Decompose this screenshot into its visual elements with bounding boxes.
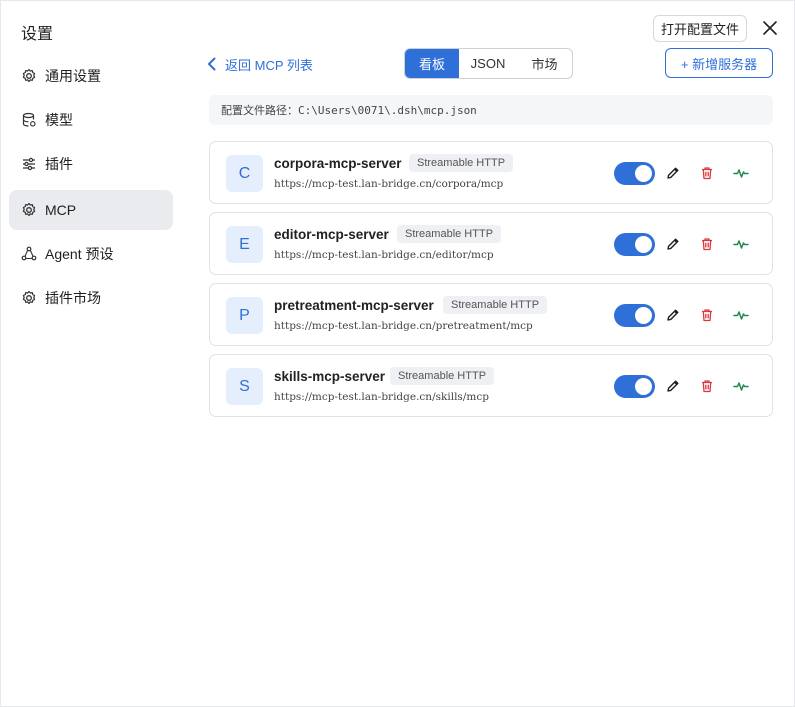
- pulse-icon: [733, 382, 749, 391]
- sidebar-item-agent-presets[interactable]: Agent 预设: [9, 234, 173, 274]
- tab-board[interactable]: 看板: [405, 49, 459, 78]
- view-tabs: 看板 JSON 市场: [404, 48, 573, 79]
- tab-json[interactable]: JSON: [459, 49, 517, 78]
- server-name: corpora-mcp-server: [274, 156, 402, 171]
- settings-window: 设置 打开配置文件 通用设置 模型 插件 MCP Agent 预设 插件市场 返…: [0, 0, 795, 707]
- server-card: P pretreatment-mcp-server Streamable HTT…: [209, 283, 773, 346]
- trash-icon: [702, 238, 712, 251]
- toggle-knob: [635, 307, 652, 324]
- sliders-icon: [21, 156, 37, 172]
- server-name: pretreatment-mcp-server: [274, 298, 434, 313]
- sidebar-item-mcp[interactable]: MCP: [9, 190, 173, 230]
- delete-button[interactable]: [698, 377, 716, 395]
- toggle-knob: [635, 165, 652, 182]
- sidebar-item-label: Agent 预设: [45, 246, 114, 262]
- config-path-label: 配置文件路径：: [221, 104, 298, 117]
- back-to-mcp-list-link[interactable]: 返回 MCP 列表: [206, 55, 313, 73]
- sidebar-item-label: 通用设置: [45, 68, 101, 84]
- toggle-knob: [635, 236, 652, 253]
- gear-icon: [21, 68, 37, 84]
- pencil-icon: [667, 167, 679, 179]
- pencil-icon: [667, 309, 679, 321]
- trash-icon: [702, 309, 712, 322]
- trash-icon: [702, 167, 712, 180]
- sidebar-item-general[interactable]: 通用设置: [9, 56, 173, 96]
- close-icon: [763, 21, 777, 35]
- back-link-label: 返回 MCP 列表: [225, 57, 313, 73]
- server-name: editor-mcp-server: [274, 227, 389, 242]
- toggle-knob: [635, 378, 652, 395]
- edit-button[interactable]: [664, 306, 682, 324]
- delete-button[interactable]: [698, 164, 716, 182]
- server-name: skills-mcp-server: [274, 369, 386, 384]
- transport-badge: Streamable HTTP: [397, 225, 502, 243]
- add-server-button[interactable]: + 新增服务器: [665, 48, 773, 78]
- sidebar-item-plugins[interactable]: 插件: [9, 144, 173, 184]
- enable-toggle[interactable]: [614, 304, 655, 327]
- sidebar-item-label: MCP: [45, 202, 77, 218]
- pencil-icon: [667, 238, 679, 250]
- enable-toggle[interactable]: [614, 233, 655, 256]
- transport-badge: Streamable HTTP: [443, 296, 548, 314]
- database-icon: [21, 112, 37, 128]
- delete-button[interactable]: [698, 306, 716, 324]
- server-avatar: E: [226, 226, 263, 263]
- health-check-button[interactable]: [732, 235, 750, 253]
- delete-button[interactable]: [698, 235, 716, 253]
- edit-button[interactable]: [664, 164, 682, 182]
- pulse-icon: [733, 169, 749, 178]
- enable-toggle[interactable]: [614, 162, 655, 185]
- pulse-icon: [733, 311, 749, 320]
- transport-badge: Streamable HTTP: [409, 154, 514, 172]
- server-url: https://mcp-test.lan-bridge.cn/skills/mc…: [274, 391, 489, 403]
- share-icon: [21, 246, 37, 262]
- open-config-button[interactable]: 打开配置文件: [653, 15, 747, 42]
- pencil-icon: [667, 380, 679, 392]
- trash-icon: [702, 380, 712, 393]
- server-url: https://mcp-test.lan-bridge.cn/editor/mc…: [274, 249, 494, 261]
- enable-toggle[interactable]: [614, 375, 655, 398]
- close-button[interactable]: [759, 17, 781, 39]
- edit-button[interactable]: [664, 235, 682, 253]
- server-avatar: P: [226, 297, 263, 334]
- pulse-icon: [733, 240, 749, 249]
- server-url: https://mcp-test.lan-bridge.cn/corpora/m…: [274, 178, 504, 190]
- health-check-button[interactable]: [732, 164, 750, 182]
- health-check-button[interactable]: [732, 377, 750, 395]
- server-card: S skills-mcp-server Streamable HTTP http…: [209, 354, 773, 417]
- window-title: 设置: [21, 26, 54, 43]
- config-path-bar: 配置文件路径： C:\Users\0071\.dsh\mcp.json: [209, 95, 773, 125]
- tab-market[interactable]: 市场: [517, 49, 572, 78]
- sidebar-item-models[interactable]: 模型: [9, 100, 173, 140]
- sidebar-item-label: 模型: [45, 112, 73, 128]
- server-card: E editor-mcp-server Streamable HTTP http…: [209, 212, 773, 275]
- sidebar-item-label: 插件市场: [45, 290, 101, 306]
- gear-icon: [21, 202, 37, 218]
- server-avatar: S: [226, 368, 263, 405]
- chevron-left-icon: [208, 57, 216, 71]
- sidebar-item-label: 插件: [45, 156, 73, 172]
- health-check-button[interactable]: [732, 306, 750, 324]
- server-card: C corpora-mcp-server Streamable HTTP htt…: [209, 141, 773, 204]
- transport-badge: Streamable HTTP: [390, 367, 495, 385]
- edit-button[interactable]: [664, 377, 682, 395]
- server-url: https://mcp-test.lan-bridge.cn/pretreatm…: [274, 320, 533, 332]
- sidebar-item-plugin-market[interactable]: 插件市场: [9, 278, 173, 318]
- server-avatar: C: [226, 155, 263, 192]
- gear-icon: [21, 290, 37, 306]
- config-path-value: C:\Users\0071\.dsh\mcp.json: [298, 103, 477, 117]
